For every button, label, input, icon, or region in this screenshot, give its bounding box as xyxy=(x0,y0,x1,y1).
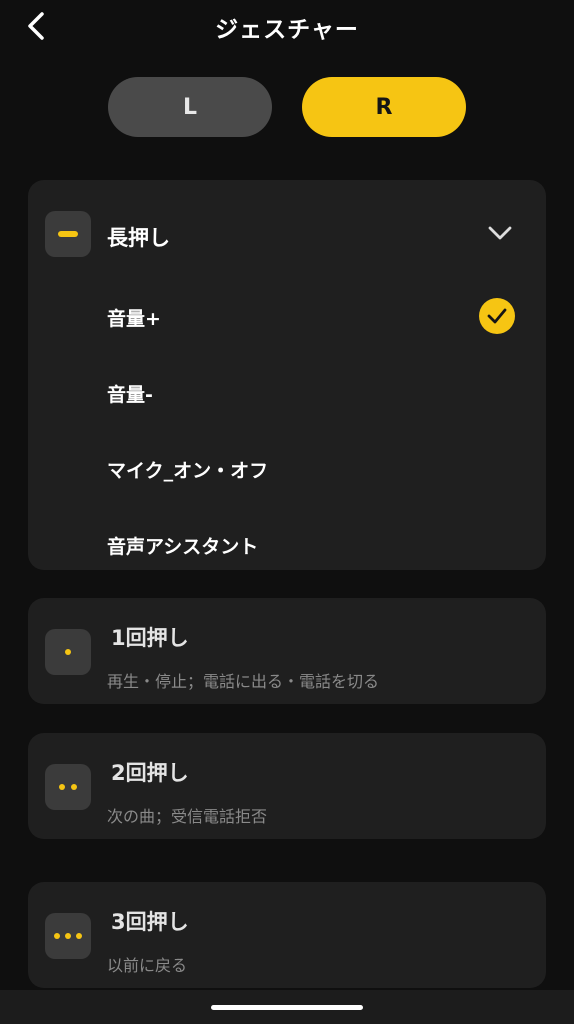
gesture-title: 3回押し xyxy=(111,910,189,934)
header: ジェスチャー xyxy=(0,0,574,52)
one-dot-icon xyxy=(45,629,91,675)
chevron-down-icon xyxy=(488,226,512,240)
option-label: 音量+ xyxy=(107,308,161,330)
gesture-card-long-press: 長押し 音量+ 音量- マイク_オン・オフ 音声アシスタント xyxy=(28,180,546,570)
option-mic-toggle[interactable]: マイク_オン・オフ xyxy=(28,436,546,496)
option-label: マイク_オン・オフ xyxy=(107,460,269,482)
gesture-subtitle: 再生・停止；電話に出る・電話を切る xyxy=(107,672,380,691)
option-volume-down[interactable]: 音量- xyxy=(28,360,546,420)
gesture-title: 長押し xyxy=(107,226,170,250)
gesture-card-single-press[interactable]: 1回押し 再生・停止；電話に出る・電話を切る xyxy=(28,598,546,704)
collapse-button[interactable] xyxy=(484,218,516,248)
three-dots-icon xyxy=(45,913,91,959)
home-indicator[interactable] xyxy=(211,1005,363,1010)
gesture-title: 1回押し xyxy=(111,626,189,650)
gesture-card-double-press[interactable]: 2回押し 次の曲；受信電話拒否 xyxy=(28,733,546,839)
option-label: 音声アシスタント xyxy=(107,536,259,558)
segment-left[interactable]: L xyxy=(108,77,272,137)
option-volume-up[interactable]: 音量+ xyxy=(28,284,546,344)
option-label: 音量- xyxy=(107,384,153,406)
page-title: ジェスチャー xyxy=(215,17,359,43)
segment-right[interactable]: R xyxy=(302,77,466,137)
gesture-card-triple-press[interactable]: 3回押し 以前に戻る xyxy=(28,882,546,988)
two-dots-icon xyxy=(45,764,91,810)
option-voice-assistant[interactable]: 音声アシスタント xyxy=(28,512,546,572)
dash-icon xyxy=(45,211,91,257)
gesture-subtitle: 次の曲；受信電話拒否 xyxy=(107,807,268,826)
checkmark-icon xyxy=(479,298,515,334)
gesture-subtitle: 以前に戻る xyxy=(107,956,188,975)
gesture-title: 2回押し xyxy=(111,761,189,785)
